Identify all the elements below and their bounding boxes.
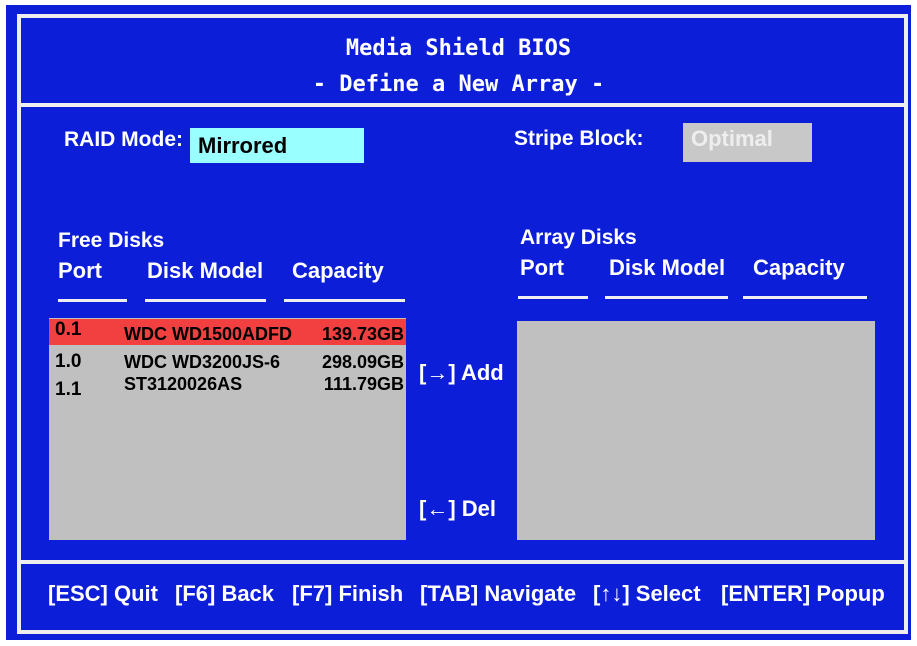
free-disks-port-underline <box>58 299 127 302</box>
help-f6-back[interactable]: [F6] Back <box>175 581 274 607</box>
header-divider <box>17 103 908 107</box>
stripe-block-label: Stripe Block: <box>514 127 644 150</box>
disk-capacity: 139.73GB <box>321 324 404 344</box>
raid-mode-field[interactable]: Mirrored <box>190 128 364 163</box>
free-disks-model-underline <box>145 299 266 302</box>
free-disk-row[interactable]: 0.1 WDC WD1500ADFD 139.73GB <box>49 319 406 345</box>
disk-model: WDC WD1500ADFD <box>124 324 293 344</box>
array-disks-capacity-underline <box>743 296 867 299</box>
app-title: Media Shield BIOS <box>345 36 572 61</box>
array-disks-list[interactable] <box>517 321 875 540</box>
stripe-block-field[interactable]: Optimal <box>683 123 812 162</box>
free-disk-row[interactable]: 1.0 WDC WD3200JS-6 298.09GB <box>49 345 406 372</box>
help-f7-finish[interactable]: [F7] Finish <box>292 581 403 607</box>
free-disks-col-capacity: Capacity <box>292 258 384 283</box>
free-disk-row[interactable]: 1.1 ST3120026AS 111.79GB <box>49 371 406 400</box>
free-disks-col-port: Port <box>58 258 102 283</box>
help-enter-popup[interactable]: [ENTER] Popup <box>721 581 885 607</box>
array-disks-col-port: Port <box>520 255 564 280</box>
disk-port: 0.1 <box>55 319 82 340</box>
disk-port: 1.1 <box>55 379 82 400</box>
add-button[interactable]: [→] Add <box>419 360 504 386</box>
free-disks-title: Free Disks <box>58 229 165 252</box>
array-disks-col-model: Disk Model <box>609 255 726 280</box>
disk-model: ST3120026AS <box>124 374 243 394</box>
raid-mode-label: RAID Mode: <box>64 128 183 151</box>
help-bar: [ESC] Quit [F6] Back [F7] Finish [TAB] N… <box>0 574 917 614</box>
disk-capacity: 298.09GB <box>321 352 404 372</box>
array-disks-port-underline <box>518 296 588 299</box>
help-tab-navigate[interactable]: [TAB] Navigate <box>420 581 576 607</box>
help-esc-quit[interactable]: [ESC] Quit <box>48 581 158 607</box>
disk-port: 1.0 <box>55 351 82 372</box>
array-disks-col-capacity: Capacity <box>753 255 845 280</box>
help-select[interactable]: [↑↓] Select <box>593 581 701 607</box>
free-disks-capacity-underline <box>284 299 405 302</box>
array-disks-title: Array Disks <box>520 226 637 249</box>
footer-divider <box>17 560 908 564</box>
disk-model: WDC WD3200JS-6 <box>124 352 281 372</box>
array-disks-model-underline <box>605 296 728 299</box>
page-title: - Define a New Array - <box>312 72 605 97</box>
free-disks-col-model: Disk Model <box>147 258 264 283</box>
disk-capacity: 111.79GB <box>323 374 404 394</box>
del-button[interactable]: [←] Del <box>419 496 496 522</box>
free-disks-list[interactable]: 0.1 WDC WD1500ADFD 139.73GB 1.0 WDC WD32… <box>49 318 406 540</box>
